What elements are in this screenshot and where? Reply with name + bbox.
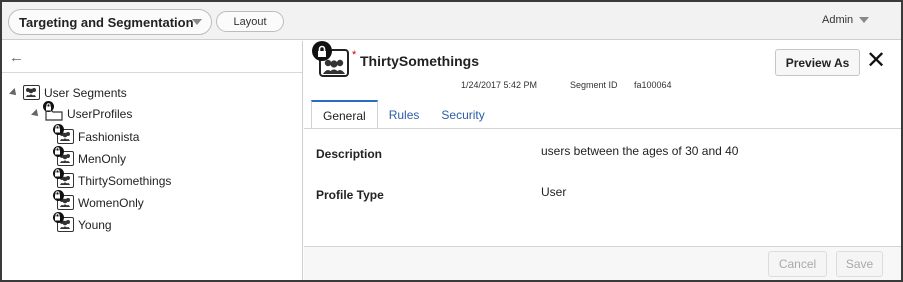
top-bar: Targeting and Segmentation Layout Admin (2, 2, 901, 40)
tree-item-label: MenOnly (78, 151, 127, 166)
segment-title: ThirtySomethings (360, 53, 480, 69)
tree-root-label: User Segments (44, 85, 127, 100)
arrow-left-icon[interactable]: ← (9, 49, 24, 66)
profile-type-value: User (541, 185, 567, 199)
user-group-icon (53, 124, 74, 144)
tab-label: General (323, 108, 366, 123)
preview-as-label: Preview As (785, 55, 850, 70)
tree-item[interactable]: ThirtySomethings (53, 168, 172, 188)
application-window: Targeting and Segmentation Layout Admin … (0, 0, 903, 282)
layout-button-label: Layout (233, 15, 267, 28)
segment-date: 1/24/2017 5:42 PM (461, 80, 538, 90)
cancel-label: Cancel (778, 257, 817, 271)
user-group-icon (23, 85, 40, 100)
lock-icon (53, 190, 64, 201)
tab-general[interactable]: General (311, 100, 378, 129)
cancel-button[interactable]: Cancel (768, 251, 827, 277)
preview-as-button[interactable]: Preview As (775, 49, 860, 76)
module-selector-label: Targeting and Segmentation (19, 14, 194, 30)
lock-icon (53, 146, 64, 157)
tab-security[interactable]: Security (430, 100, 495, 129)
profile-type-label: Profile Type (316, 188, 384, 202)
tree-item-label: Young (78, 217, 112, 232)
lock-icon (312, 41, 332, 61)
expand-triangle-icon[interactable] (9, 87, 19, 98)
user-group-icon (312, 41, 349, 77)
lock-icon (53, 168, 64, 179)
lock-icon (53, 124, 64, 135)
tab-label: Security (441, 107, 485, 122)
tree-item[interactable]: WomenOnly (53, 190, 144, 210)
divider (304, 128, 901, 129)
user-group-icon (53, 146, 74, 166)
chevron-down-icon (192, 19, 202, 25)
tab-rules[interactable]: Rules (378, 100, 431, 129)
segment-tree-panel: ← User Segments UserProfiles Fashionista… (2, 41, 303, 280)
user-group-icon (53, 190, 74, 210)
required-indicator: * (352, 49, 357, 61)
save-label: Save (845, 257, 874, 271)
user-menu[interactable]: Admin (822, 14, 870, 26)
segment-id-label: Segment ID (570, 80, 618, 90)
close-icon[interactable]: ✕ (866, 47, 886, 75)
folder-icon (43, 101, 63, 121)
tree-item-label: ThirtySomethings (78, 173, 172, 188)
user-group-icon (53, 168, 74, 188)
tree-folder-label: UserProfiles (67, 107, 133, 121)
expand-triangle-icon[interactable] (31, 109, 41, 119)
layout-button[interactable]: Layout (216, 11, 284, 32)
tree-item[interactable]: Young (53, 212, 112, 232)
segment-id-value: fa100064 (634, 80, 672, 90)
module-selector[interactable]: Targeting and Segmentation (8, 9, 212, 35)
tab-label: Rules (388, 107, 420, 122)
description-label: Description (316, 147, 383, 161)
divider (2, 72, 302, 73)
tree-item[interactable]: Fashionista (53, 124, 140, 144)
tree-item-label: Fashionista (78, 129, 140, 144)
chevron-down-icon (859, 17, 870, 23)
description-value: users between the ages of 30 and 40 (541, 144, 739, 158)
save-button[interactable]: Save (836, 251, 883, 277)
lock-icon (43, 101, 54, 112)
tree-item-label: WomenOnly (78, 195, 144, 210)
tree-root[interactable]: User Segments (9, 85, 127, 100)
user-name: Admin (822, 14, 854, 26)
tab-bar: General Rules Security (311, 99, 496, 129)
user-group-icon (53, 212, 74, 232)
tree-item[interactable]: MenOnly (53, 146, 127, 166)
segment-detail-panel: * ThirtySomethings 1/24/2017 5:42 PM Seg… (304, 41, 901, 280)
action-footer: Cancel Save (304, 246, 901, 280)
tree-folder[interactable]: UserProfiles (31, 101, 133, 121)
lock-icon (53, 212, 64, 223)
